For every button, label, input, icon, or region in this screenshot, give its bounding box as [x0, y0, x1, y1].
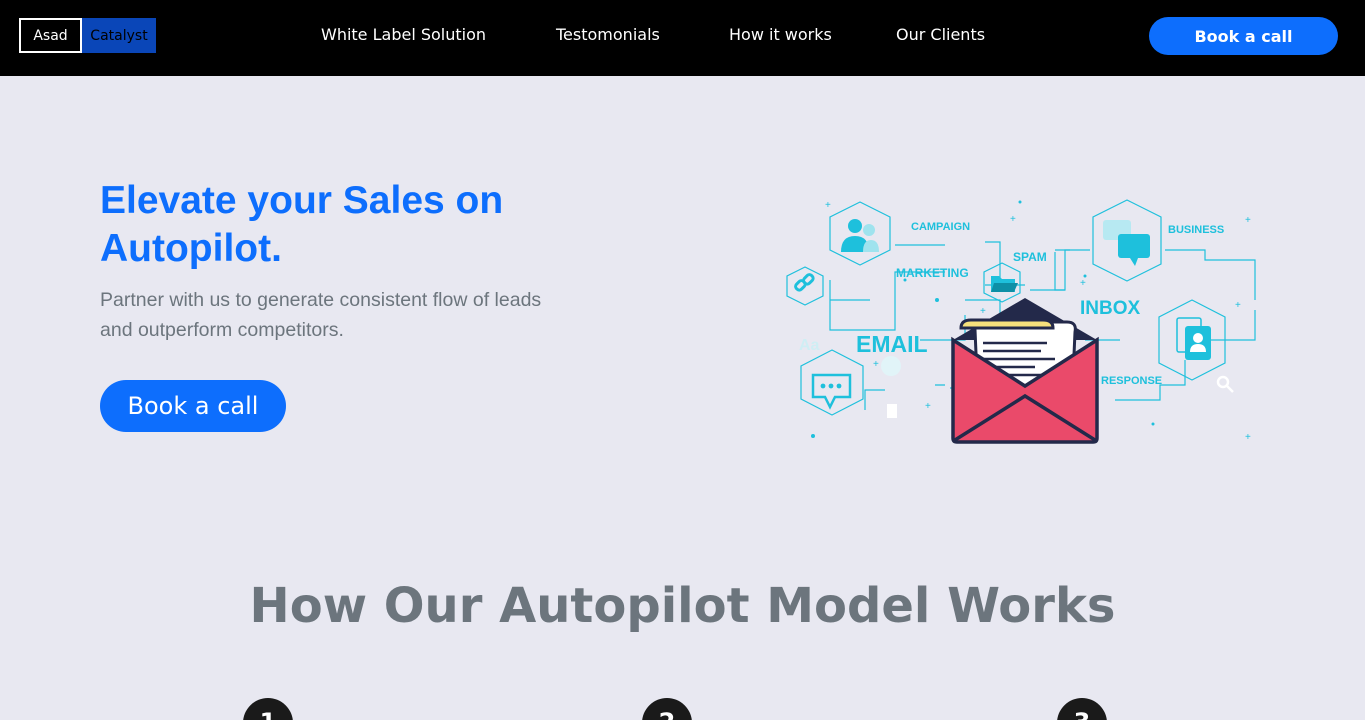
users-hexagon [829, 201, 891, 266]
svg-text:+: + [825, 200, 831, 211]
nav-link-our-clients[interactable]: Our Clients [896, 24, 985, 46]
step-number-1: 1 [243, 698, 293, 720]
small-doc-icon [881, 356, 901, 376]
hero-title-line1: Elevate your Sales on [100, 179, 504, 222]
chat-bubble-icon [811, 373, 852, 410]
label-marketing: MARKETING [896, 266, 969, 280]
nav-book-call-button[interactable]: Book a call [1149, 17, 1338, 55]
svg-text:+: + [1245, 215, 1251, 226]
link-icon [794, 273, 815, 292]
label-inbox: INBOX [1080, 298, 1141, 319]
section-title-how-it-works: How Our Autopilot Model Works [249, 578, 1116, 634]
label-campaign: CAMPAIGN [911, 221, 970, 233]
svg-text:+: + [873, 359, 879, 370]
hero-subtitle-line1: Partner with us to generate consistent f… [100, 289, 542, 311]
nav-link-white-label[interactable]: White Label Solution [321, 24, 486, 46]
step-number-3: 3 [1057, 698, 1107, 720]
label-business: BUSINESS [1168, 224, 1224, 236]
logo[interactable]: Asad Catalyst [19, 18, 156, 53]
nav-link-testimonials[interactable]: Testomonials [556, 24, 660, 46]
svg-text:+: + [980, 306, 986, 317]
step-number-2: 2 [642, 698, 692, 720]
label-spam: SPAM [1013, 250, 1047, 264]
business-chat-icon [1103, 220, 1150, 266]
hero-title: Elevate your Sales on Autopilot. [100, 177, 620, 273]
users-icon [841, 219, 879, 252]
font-aa-icon: Aa [799, 337, 820, 354]
logo-right-text: Catalyst [82, 18, 156, 53]
search-icon [1216, 375, 1230, 389]
logo-left-text: Asad [19, 18, 82, 53]
hero-subtitle: Partner with us to generate consistent f… [100, 285, 580, 345]
hero-book-call-button[interactable]: Book a call [100, 380, 286, 432]
email-marketing-illustration: Aa + + + + + + + + + CAMPAIGN MARKETING SPAM B… [786, 199, 1256, 444]
open-envelope-icon [951, 298, 1099, 444]
label-response: RESPONSE [1101, 375, 1162, 387]
svg-text:+: + [925, 401, 931, 412]
nav-link-how-it-works[interactable]: How it works [729, 24, 832, 46]
hero-subtitle-line2: and outperform competitors. [100, 319, 344, 341]
svg-text:+: + [1235, 300, 1241, 311]
svg-text:+: + [1010, 214, 1016, 225]
folder-icon [991, 276, 1018, 292]
contact-card-icon [1176, 317, 1211, 360]
label-email: EMAIL [856, 331, 928, 357]
svg-text:+: + [1245, 432, 1251, 443]
svg-text:+: + [1080, 278, 1086, 289]
hero-title-line2: Autopilot. [100, 227, 282, 270]
trash-icon [887, 404, 897, 418]
navbar: Asad Catalyst White Label Solution Testo… [0, 0, 1365, 76]
